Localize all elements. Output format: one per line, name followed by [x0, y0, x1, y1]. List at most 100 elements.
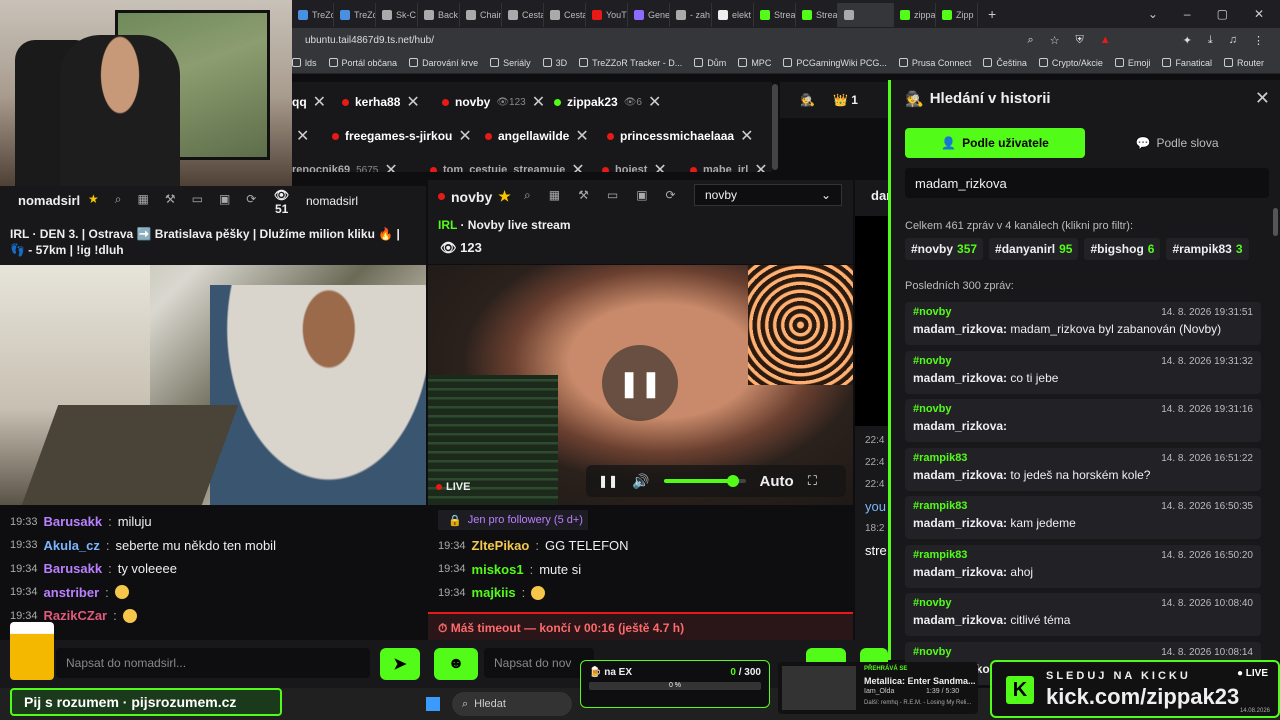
refresh-icon[interactable]: ⟳ [246, 192, 256, 207]
channel-filter[interactable]: #danyanirl 95 [989, 238, 1079, 260]
panel-scrollbar[interactable] [1273, 208, 1278, 236]
channel-tab[interactable]: renocnik69 5675 ✕ [292, 160, 398, 172]
bookmark-item[interactable]: Čeština [983, 58, 1027, 68]
channel-tab[interactable]: tom_cestuje_streamuje ✕ [430, 160, 585, 172]
bookmark-item[interactable]: 3D [542, 58, 567, 68]
hammer-icon[interactable]: ⚒ [165, 192, 176, 207]
chat-username[interactable]: RazikCZar [44, 608, 108, 623]
channel-filter[interactable]: #novby 357 [905, 238, 984, 260]
screen-icon[interactable]: ▭ [192, 192, 203, 207]
history-search-input[interactable]: madam_rizkova [905, 168, 1269, 198]
close-icon[interactable]: ✕ [653, 160, 666, 172]
channel-filter[interactable]: #rampik83 3 [1166, 238, 1249, 260]
chat-username[interactable]: miskos1 [472, 562, 524, 577]
browser-tab[interactable] [838, 3, 894, 27]
bookmark-item[interactable]: TreZZoR Tracker - D... [579, 58, 682, 68]
zoom-icon[interactable]: ⌕ [1027, 34, 1033, 47]
stats-icon[interactable]: ▦ [549, 188, 560, 203]
close-icon[interactable]: ✕ [458, 126, 471, 146]
star-icon[interactable]: ★ [498, 188, 511, 205]
left-video-player[interactable] [0, 265, 426, 505]
tabs-scrollbar[interactable] [772, 84, 778, 170]
taskbar-search[interactable]: ⌕ Hledat [452, 692, 572, 716]
hammer-icon[interactable]: ⚒ [578, 188, 589, 203]
volume-slider[interactable] [663, 475, 746, 487]
channel-search-input[interactable]: nomadsirl [296, 190, 424, 212]
crown-icon[interactable]: 👑 1 [833, 93, 858, 107]
chat-username[interactable]: ZltePikao [472, 538, 530, 553]
channel-tab[interactable]: princessmichaelaaa ✕ [607, 126, 753, 146]
channel-tab[interactable]: ✕ [296, 126, 309, 146]
new-tab-button[interactable]: + [988, 6, 996, 22]
volume-knob[interactable] [727, 475, 740, 487]
chat-icon[interactable]: ▣ [219, 192, 230, 207]
close-icon[interactable]: ✕ [1255, 88, 1270, 109]
browser-tab[interactable]: Strea [796, 3, 838, 27]
stats-icon[interactable]: ▦ [138, 192, 149, 207]
tab-by-word[interactable]: 💬 Podle slova [1087, 128, 1267, 158]
history-message[interactable]: #novby 14. 8. 2026 10:08:40 madam_rizkova:… [905, 593, 1261, 636]
channel-tab[interactable]: kerha88 ✕ [342, 92, 420, 112]
bookmark-item[interactable]: Darování krve [409, 58, 478, 68]
close-icon[interactable]: ✕ [384, 160, 397, 172]
browser-tab[interactable]: - zah [670, 3, 712, 27]
channel-name[interactable]: novby [451, 189, 492, 205]
close-icon[interactable]: ✕ [532, 92, 545, 112]
channel-tab[interactable]: qq ✕ [292, 92, 326, 112]
bookmark-item[interactable]: Crypto/Akcie [1038, 58, 1103, 68]
bookmark-star-icon[interactable]: ☆ [1050, 34, 1060, 47]
url-field[interactable]: ubuntu.tail4867d9.ts.net/hub/ [305, 35, 434, 46]
channel-name[interactable]: nomadsirl [18, 193, 80, 208]
middle-video-player[interactable]: ❚❚ LIVE ❚❚ 🔊 Auto ⛶ [428, 265, 853, 505]
user-icon[interactable]: 🕵 [800, 93, 815, 107]
bookmark-item[interactable]: Emoji [1114, 58, 1150, 68]
send-button[interactable]: ➤ [380, 648, 420, 680]
history-message[interactable]: #rampik83 14. 8. 2026 16:50:35 madam_rizko… [905, 496, 1261, 539]
bookmark-item[interactable]: Fanatical [1162, 58, 1212, 68]
channel-tab[interactable]: novby 👁123 ✕ [442, 92, 545, 112]
history-message[interactable]: #novby 14. 8. 2026 19:31:51 madam_rizkova:… [905, 302, 1261, 345]
close-icon[interactable]: ✕ [313, 92, 326, 112]
extension-icon[interactable]: ▲ [1100, 34, 1111, 47]
emote-button[interactable]: ☻ [434, 648, 478, 680]
history-message[interactable]: #rampik83 14. 8. 2026 16:50:20 madam_rizko… [905, 544, 1261, 588]
history-message[interactable]: #rampik83 14. 8. 2026 16:51:22 madam_rizko… [905, 447, 1261, 491]
browser-tab[interactable]: TreZo [334, 3, 376, 27]
chat-username[interactable]: Barusakk [44, 561, 103, 576]
quality-selector[interactable]: Auto [760, 473, 794, 490]
chat-username[interactable]: Akula_cz [44, 538, 100, 553]
browser-tab[interactable]: Zipp [936, 3, 978, 27]
channel-tab[interactable]: hoiest ✕ [602, 160, 667, 172]
menu-icon[interactable]: ⋮ [1253, 34, 1264, 47]
browser-tab[interactable]: Cesta [502, 3, 544, 27]
channel-name[interactable]: dar [855, 180, 888, 203]
tab-by-user[interactable]: 👤 Podle uživatele [905, 128, 1085, 158]
chat-icon[interactable]: ▣ [636, 188, 647, 203]
windows-start-icon[interactable] [426, 697, 440, 711]
bookmark-item[interactable]: Portál občana [328, 58, 397, 68]
close-icon[interactable]: ✕ [406, 92, 419, 112]
channel-tab[interactable]: freegames-s-jirkou ✕ [332, 126, 472, 146]
pause-icon[interactable]: ❚❚ [602, 345, 678, 421]
screen-icon[interactable]: ▭ [607, 188, 618, 203]
maximize-icon[interactable]: ▢ [1217, 7, 1228, 21]
bookmark-item[interactable]: Prusa Connect [898, 58, 971, 68]
close-icon[interactable]: ✕ [575, 126, 588, 146]
close-icon[interactable]: ✕ [648, 92, 661, 112]
search-icon[interactable]: ⌕ [115, 192, 122, 207]
download-icon[interactable]: ⤓ [1208, 34, 1213, 47]
media-icon[interactable]: ♫ [1229, 34, 1237, 47]
channel-filter[interactable]: #bigshog 6 [1084, 238, 1161, 260]
close-icon[interactable]: ✕ [740, 126, 753, 146]
middle-chat-input[interactable]: Napsat do nov [484, 648, 594, 678]
chat-username[interactable]: Barusakk [44, 514, 103, 529]
shield-icon[interactable]: ⛨ [1076, 34, 1084, 47]
browser-tab[interactable]: Strea [754, 3, 796, 27]
history-message[interactable]: #novby 14. 8. 2026 19:31:32 madam_rizkova:… [905, 350, 1261, 394]
close-icon[interactable]: ✕ [754, 160, 767, 172]
browser-tab[interactable]: Gene [628, 3, 670, 27]
star-icon[interactable]: ★ [88, 192, 99, 207]
left-chat-input[interactable]: Napsat do nomadsirl... [56, 648, 370, 678]
close-icon[interactable]: ✕ [296, 126, 309, 146]
chat-username[interactable]: anstriber [44, 585, 100, 600]
